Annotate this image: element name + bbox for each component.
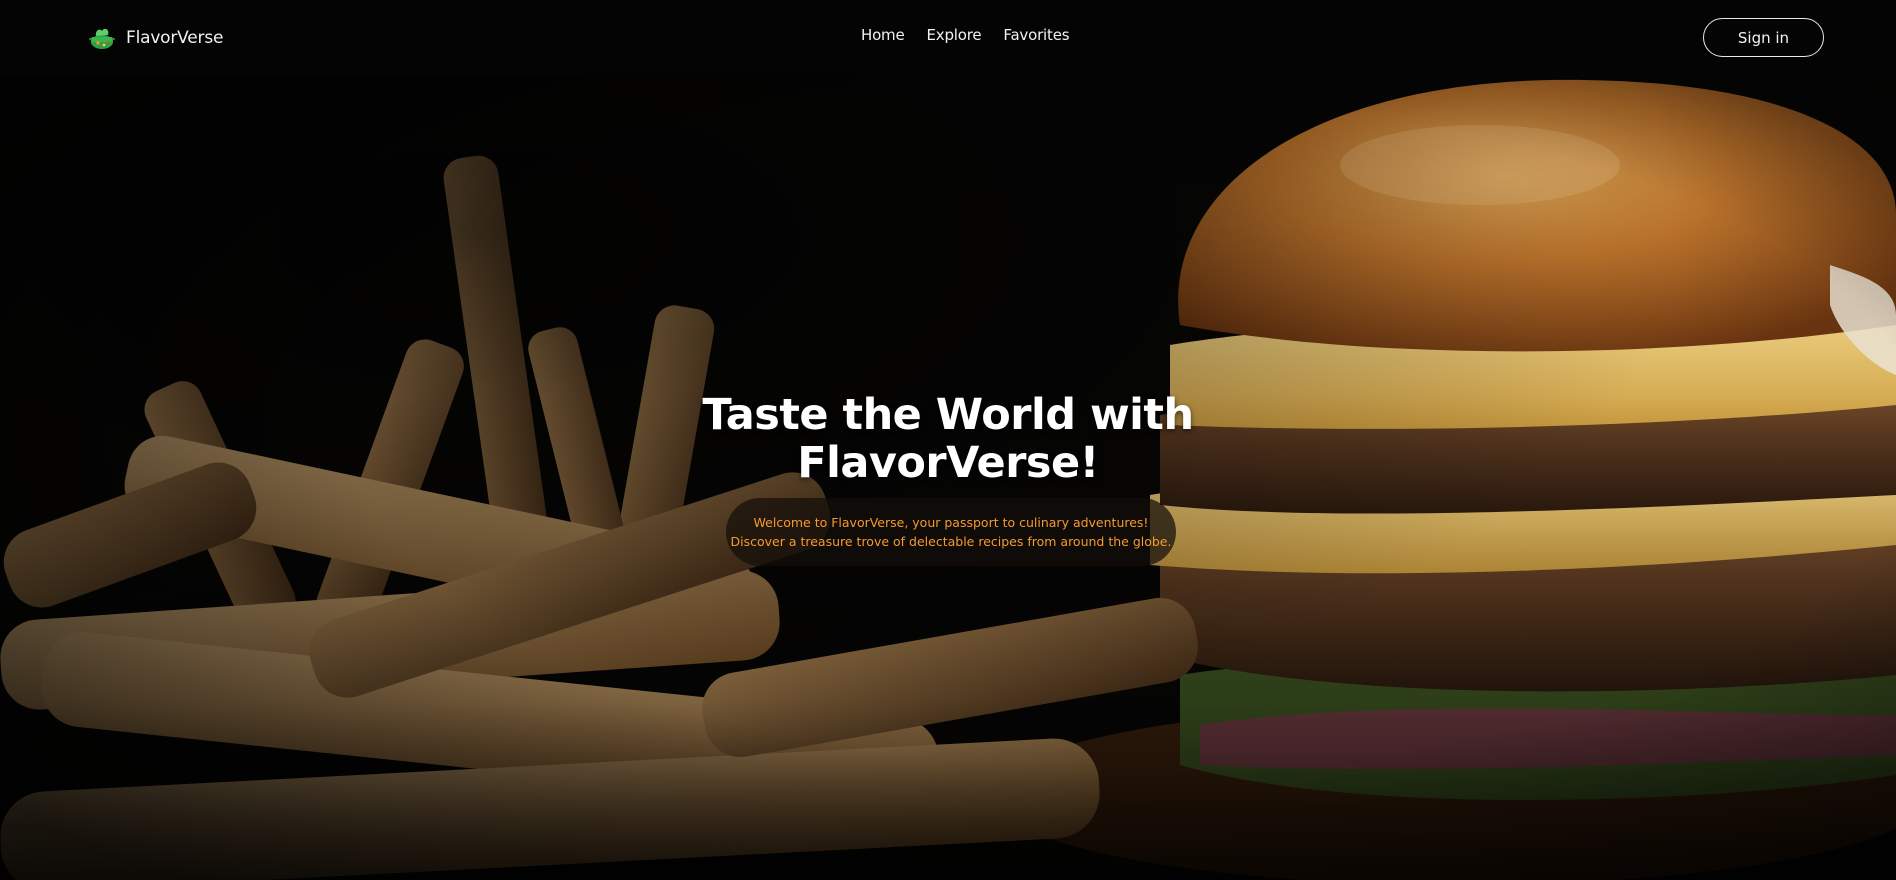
main-nav: Home Explore Favorites	[861, 26, 1070, 44]
navbar: FlavorVerse Home Explore Favorites Sign …	[0, 0, 1896, 75]
sign-in-button[interactable]: Sign in	[1703, 18, 1824, 57]
brand-name: FlavorVerse	[126, 28, 224, 48]
hero-tagline: Welcome to FlavorVerse, your passport to…	[726, 498, 1176, 566]
nav-link-favorites[interactable]: Favorites	[1003, 26, 1069, 44]
hero-tagline-line-2: Discover a treasure trove of delectable …	[730, 534, 1172, 549]
nav-link-explore[interactable]: Explore	[927, 26, 982, 44]
hero-title-line-2: FlavorVerse!	[797, 438, 1099, 488]
nav-link-home[interactable]: Home	[861, 26, 905, 44]
hero-title: Taste the World with FlavorVerse!	[648, 391, 1248, 487]
page: FlavorVerse Home Explore Favorites Sign …	[0, 0, 1896, 880]
brand[interactable]: FlavorVerse	[86, 22, 223, 54]
hero-section: Taste the World with FlavorVerse! Welcom…	[0, 75, 1896, 880]
hero-title-line-1: Taste the World with	[702, 390, 1194, 440]
chef-pot-icon	[89, 28, 115, 49]
hero-tagline-line-1: Welcome to FlavorVerse, your passport to…	[753, 515, 1149, 530]
